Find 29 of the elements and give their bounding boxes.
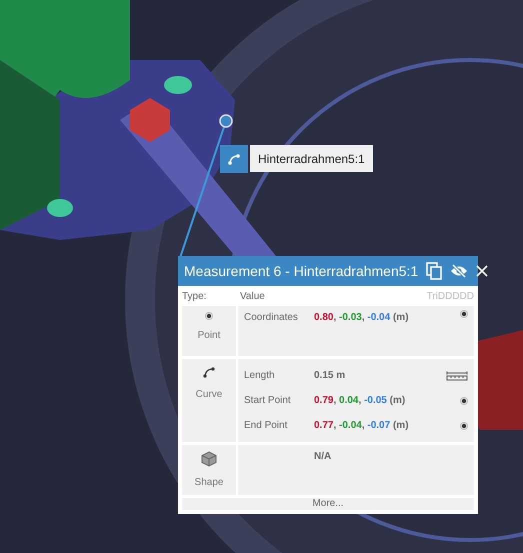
column-header: Value <box>240 290 266 304</box>
measurement-label: Hinterradrahmen5:1 <box>250 145 373 172</box>
curve-icon <box>202 365 216 379</box>
copy-button[interactable] <box>426 262 442 280</box>
curve-icon <box>220 145 248 173</box>
type-name: Point <box>198 329 220 343</box>
type-name: Curve <box>196 388 222 402</box>
more-button[interactable]: More... <box>182 498 474 510</box>
cube-icon <box>201 451 217 467</box>
property-label: End Point <box>244 419 288 433</box>
property-label: Length <box>244 369 276 383</box>
property-label: Start Point <box>244 394 292 408</box>
point-icon <box>460 422 468 430</box>
property-value: N/A <box>314 451 332 462</box>
point-icon <box>460 310 468 318</box>
property-value: 0.15 m <box>314 370 346 381</box>
ruler-icon <box>446 370 468 380</box>
column-header: TriDDDDD <box>426 290 474 304</box>
column-header: Type: <box>182 290 208 304</box>
property-value: 0.79, 0.04, -0.05 (m) <box>314 395 406 406</box>
property-value: 0.80, -0.03, -0.04 (m) <box>314 312 409 323</box>
property-value: 0.77, -0.04, -0.07 (m) <box>314 420 409 431</box>
close-button[interactable] <box>476 265 488 277</box>
panel-title: Measurement 6 - Hinterradrahmen5:1 <box>184 262 418 280</box>
property-label: Coordinates <box>244 311 299 325</box>
point-icon <box>205 312 213 320</box>
type-name: Shape <box>194 476 224 490</box>
point-icon <box>460 396 468 404</box>
hide-button[interactable] <box>450 264 468 278</box>
